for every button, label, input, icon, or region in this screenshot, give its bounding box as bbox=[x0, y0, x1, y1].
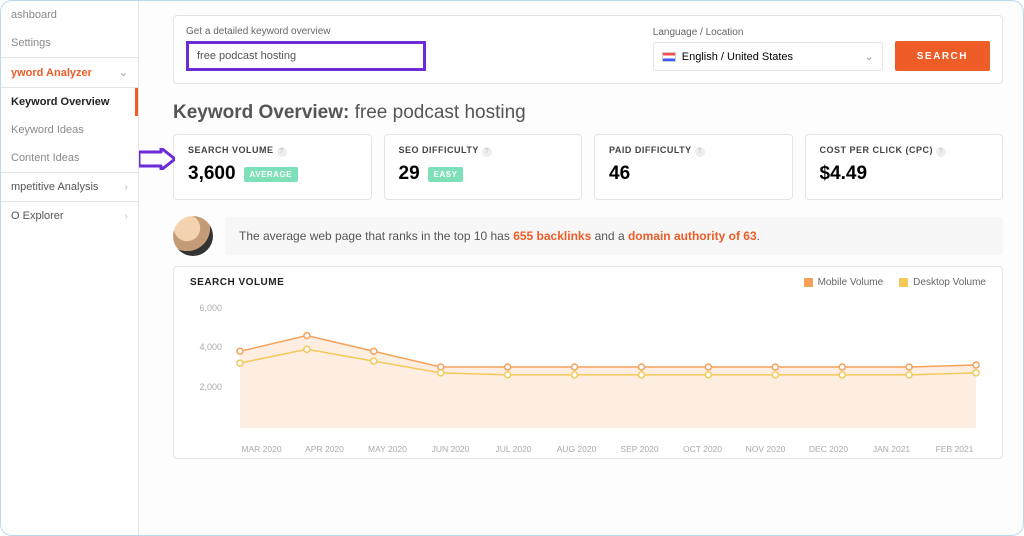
card-title: SEO DIFFICULTY? bbox=[399, 145, 568, 157]
card-badge: AVERAGE bbox=[244, 167, 298, 182]
search-bar: Get a detailed keyword overview Language… bbox=[173, 15, 1003, 84]
search-prompt-label: Get a detailed keyword overview bbox=[186, 26, 641, 37]
legend-mobile: Mobile Volume bbox=[804, 277, 884, 288]
help-icon[interactable]: ? bbox=[277, 147, 287, 157]
card-value: 46 bbox=[609, 163, 630, 185]
help-icon[interactable]: ? bbox=[695, 147, 705, 157]
chart-plot bbox=[230, 300, 986, 430]
sidebar-label: yword Analyzer bbox=[11, 67, 92, 79]
chart-x-axis: MAR 2020APR 2020MAY 2020JUN 2020JUL 2020… bbox=[230, 444, 986, 454]
insight-row: The average web page that ranks in the t… bbox=[173, 216, 1003, 256]
page-title-keyword: free podcast hosting bbox=[355, 102, 526, 123]
card-cpc: COST PER CLICK (CPC)? $4.49 bbox=[805, 134, 1004, 200]
sidebar-item-keyword-overview[interactable]: Keyword Overview bbox=[1, 88, 138, 116]
sidebar-item-keyword-analyzer[interactable]: yword Analyzer ⌄ bbox=[1, 57, 138, 88]
card-value: 3,600 bbox=[188, 163, 236, 185]
card-value: 29 bbox=[399, 163, 420, 185]
sidebar-item-keyword-ideas[interactable]: Keyword Ideas bbox=[1, 116, 138, 144]
sidebar: ashboard Settings yword Analyzer ⌄ Keywo… bbox=[1, 1, 139, 535]
chevron-right-icon: › bbox=[125, 211, 128, 222]
chart-panel: SEARCH VOLUME Mobile Volume Desktop Volu… bbox=[173, 266, 1003, 459]
legend-swatch-icon bbox=[899, 278, 908, 287]
language-value: English / United States bbox=[682, 51, 793, 63]
chevron-down-icon: ⌄ bbox=[119, 66, 128, 79]
legend-desktop: Desktop Volume bbox=[899, 277, 986, 288]
card-seo-difficulty: SEO DIFFICULTY? 29 EASY bbox=[384, 134, 583, 200]
sidebar-label: O Explorer bbox=[11, 210, 64, 222]
keyword-input[interactable] bbox=[186, 41, 426, 71]
insight-text: The average web page that ranks in the t… bbox=[225, 217, 1003, 255]
card-value: $4.49 bbox=[820, 163, 868, 185]
page-title: Keyword Overview: free podcast hosting bbox=[173, 102, 1003, 124]
metric-cards: SEARCH VOLUME? 3,600 AVERAGE SEO DIFFICUL… bbox=[173, 134, 1003, 200]
sidebar-item-content-ideas[interactable]: Content Ideas bbox=[1, 144, 138, 172]
search-button[interactable]: SEARCH bbox=[895, 41, 990, 71]
help-icon[interactable]: ? bbox=[482, 147, 492, 157]
chevron-down-icon: ⌄ bbox=[865, 50, 874, 63]
sidebar-label: mpetitive Analysis bbox=[11, 181, 98, 193]
page-title-prefix: Keyword Overview: bbox=[173, 102, 349, 123]
sidebar-item-competitive-analysis[interactable]: mpetitive Analysis › bbox=[1, 172, 138, 201]
language-select[interactable]: English / United States ⌄ bbox=[653, 42, 883, 71]
legend-swatch-icon bbox=[804, 278, 813, 287]
language-label: Language / Location bbox=[653, 27, 883, 38]
flag-us-icon bbox=[662, 52, 676, 62]
callout-arrow-icon bbox=[139, 148, 175, 170]
card-paid-difficulty: PAID DIFFICULTY? 46 bbox=[594, 134, 793, 200]
chevron-right-icon: › bbox=[125, 182, 128, 193]
sidebar-item-settings[interactable]: Settings bbox=[1, 29, 138, 57]
help-icon[interactable]: ? bbox=[936, 147, 946, 157]
card-title: COST PER CLICK (CPC)? bbox=[820, 145, 989, 157]
chart-title: SEARCH VOLUME bbox=[190, 277, 284, 288]
card-search-volume: SEARCH VOLUME? 3,600 AVERAGE bbox=[173, 134, 372, 200]
card-title: SEARCH VOLUME? bbox=[188, 145, 357, 157]
main-panel: Get a detailed keyword overview Language… bbox=[139, 1, 1023, 535]
sidebar-item-seo-explorer[interactable]: O Explorer › bbox=[1, 201, 138, 230]
card-badge: EASY bbox=[428, 167, 464, 182]
chart-legend: Mobile Volume Desktop Volume bbox=[804, 277, 986, 288]
sidebar-item-dashboard[interactable]: ashboard bbox=[1, 1, 138, 29]
card-title: PAID DIFFICULTY? bbox=[609, 145, 778, 157]
avatar bbox=[173, 216, 213, 256]
